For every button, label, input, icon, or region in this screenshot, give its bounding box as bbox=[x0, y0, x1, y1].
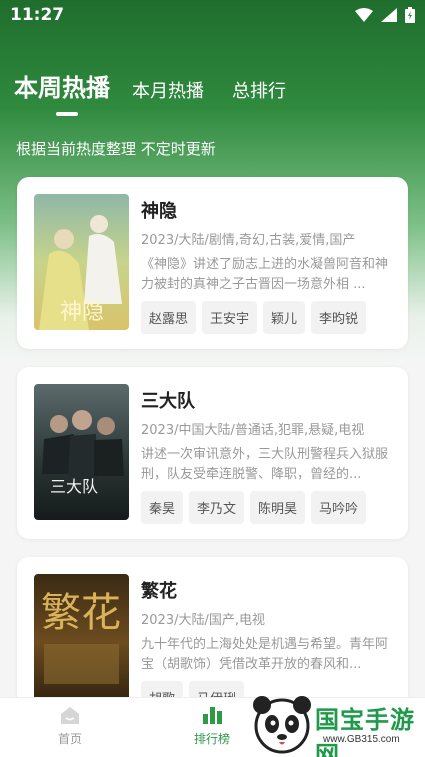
drama-title: 三大队 bbox=[141, 391, 195, 412]
wifi-icon bbox=[355, 8, 373, 22]
page-subtitle: 根据当前热度整理 不定时更新 bbox=[16, 140, 216, 158]
drama-description: 《神隐》讲述了励志上进的水凝兽阿音和神力被封的真神之子古晋因一场意外相 ... bbox=[141, 257, 389, 292]
drama-card[interactable]: 神隐 神隐 2023/大陆/剧情,奇幻,古装,爱情,国产 《神隐》讲述了励志上进… bbox=[17, 177, 408, 349]
actor-list: 秦昊 李乃文 陈明昊 马吟吟 bbox=[141, 491, 367, 524]
actor-tag[interactable]: 王安宇 bbox=[202, 301, 258, 334]
drama-meta: 2023/中国大陆/普通话,犯罪,悬疑,电视 bbox=[141, 423, 365, 438]
nav-item-home[interactable]: 首页 bbox=[30, 704, 110, 747]
signal-icon bbox=[381, 8, 397, 22]
tab-monthly[interactable]: 本月热播 bbox=[132, 77, 204, 103]
nav-label: 排行榜 bbox=[193, 732, 230, 746]
poster-image: 繁花 bbox=[34, 574, 129, 710]
status-bar: 11:27 bbox=[0, 0, 425, 30]
actor-tag[interactable]: 秦昊 bbox=[141, 491, 184, 524]
panda-icon bbox=[253, 696, 311, 754]
svg-text:繁花: 繁花 bbox=[41, 590, 121, 636]
ranking-tabs: 本周热播 本月热播 总排行 bbox=[14, 68, 314, 103]
drama-card[interactable]: 三大队 三大队 2023/中国大陆/普通话,犯罪,悬疑,电视 讲述一次审讯意外，… bbox=[17, 367, 408, 539]
battery-icon bbox=[405, 7, 415, 23]
status-icons bbox=[355, 7, 415, 23]
svg-text:神隐: 神隐 bbox=[60, 300, 104, 325]
actor-tag[interactable]: 李乃文 bbox=[189, 491, 245, 524]
actor-tag[interactable]: 马吟吟 bbox=[311, 491, 367, 524]
ranking-icon bbox=[203, 707, 222, 724]
nav-label: 首页 bbox=[57, 732, 82, 746]
watermark-logo: 国宝手游网 www.GB315.com bbox=[245, 690, 425, 757]
drama-meta: 2023/大陆/剧情,奇幻,古装,爱情,国产 bbox=[141, 233, 356, 248]
actor-tag[interactable]: 颖儿 bbox=[263, 301, 306, 334]
watermark-text: 国宝手游网 bbox=[315, 706, 415, 757]
drama-description: 讲述一次审讯意外，三大队刑警程兵入狱服刑，队友受牵连脱警、降职，曾经的... bbox=[141, 447, 389, 482]
drama-title: 繁花 bbox=[141, 581, 177, 602]
status-time: 11:27 bbox=[10, 5, 65, 25]
actor-tag[interactable]: 陈明昊 bbox=[250, 491, 306, 524]
tab-weekly[interactable]: 本周热播 bbox=[14, 68, 110, 103]
drama-title: 神隐 bbox=[141, 201, 177, 222]
actor-list: 赵露思 王安宇 颖儿 李昀锐 bbox=[141, 301, 367, 334]
watermark-url: www.GB315.com bbox=[323, 734, 400, 745]
poster-image: 三大队 bbox=[34, 384, 129, 520]
drama-meta: 2023/大陆/国产,电视 bbox=[141, 613, 265, 628]
home-icon bbox=[61, 707, 79, 724]
svg-text:三大队: 三大队 bbox=[50, 477, 98, 496]
active-tab-indicator bbox=[56, 112, 78, 116]
nav-item-ranking[interactable]: 排行榜 bbox=[172, 704, 252, 747]
actor-tag[interactable]: 李昀锐 bbox=[311, 301, 367, 334]
actor-tag[interactable]: 赵露思 bbox=[141, 301, 197, 334]
poster-image: 神隐 bbox=[34, 194, 129, 330]
tab-overall[interactable]: 总排行 bbox=[232, 77, 286, 103]
drama-description: 九十年代的上海处处是机遇与希望。青年阿宝（胡歌饰）凭借改革开放的春风和... bbox=[141, 637, 389, 672]
